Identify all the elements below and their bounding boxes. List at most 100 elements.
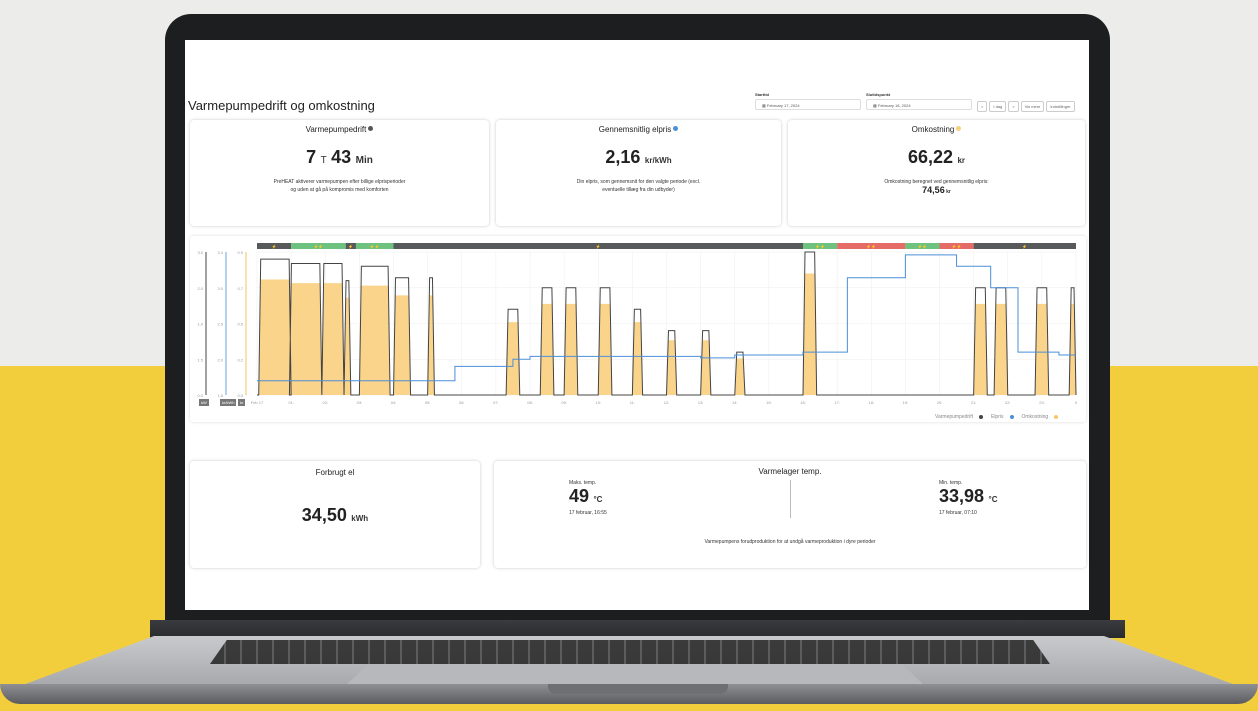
date-nav: < I dag > Vis mere Indstillinger — [977, 101, 1075, 112]
consumption-value: 34,50 — [301, 505, 347, 525]
price-title: Gennemsnitlig elpris — [598, 125, 672, 134]
price-unit: kr/kWh — [644, 156, 672, 165]
axis-tick-label: 0.9 — [237, 250, 243, 255]
settings-button[interactable]: Indstillinger — [1046, 101, 1075, 112]
legend-price: Elpris — [990, 414, 1004, 420]
x-tick-label: 03: — [357, 400, 363, 405]
x-tick-label: 05: — [425, 400, 431, 405]
min-temp-block: Min. temp. 33,98 °C 17 februar, 07:10 — [939, 480, 997, 516]
x-tick-label: 09: — [561, 400, 567, 405]
axis-tick-label: 1.0 — [197, 322, 203, 327]
max-temp-block: Maks. temp. 49 °C 17 februar, 16:55 — [569, 480, 607, 516]
legend-cost-dot — [1054, 415, 1059, 419]
legend-operation: Varmepumpedrift — [935, 414, 973, 420]
operation-minutes: 43 — [331, 147, 352, 167]
x-tick-label: 20: — [937, 400, 943, 405]
cost-dot — [956, 126, 962, 131]
x-tick-label: 06: — [459, 400, 465, 405]
x-tick-label: 14: — [732, 400, 738, 405]
start-date-field[interactable]: ▦ February 17, 2024 — [755, 99, 861, 110]
operation-card: Varmepumpedrift 7 T 43 Min PreHEAT aktiv… — [190, 120, 489, 226]
x-tick-label: 04: — [391, 400, 397, 405]
consumption-title: Forbrugt el — [315, 468, 355, 477]
screen: Varmepumpedrift og omkostning Starttid ▦… — [185, 40, 1089, 610]
x-tick-label: 17: — [834, 400, 840, 405]
status-icon: ⚡ — [596, 244, 601, 249]
storage-title: Varmelager temp. — [758, 467, 822, 476]
status-icon: ⚡⚡ — [370, 244, 380, 249]
x-tick-label: 19: — [903, 400, 909, 405]
x-tick-label: 18: — [868, 400, 874, 405]
trackpad — [345, 664, 925, 686]
axis-tick-label: 3.4 — [217, 250, 223, 255]
x-tick-label: 02: — [322, 400, 328, 405]
consumption-unit: kWh — [351, 514, 369, 523]
axis-tick-label: 2.0 — [217, 357, 223, 362]
status-icon: ⚡ — [348, 244, 353, 249]
axis-tick-label: 2.0 — [197, 286, 203, 291]
operation-hours-unit: T — [320, 155, 327, 166]
axis-tick-label: 0.5 — [237, 322, 243, 327]
axis-tag-cost: kr — [238, 399, 246, 406]
min-temp-time: 17 februar, 07:10 — [939, 510, 977, 516]
laptop-hinge — [150, 620, 1125, 638]
x-tick-label: Feb 17 — [251, 400, 264, 405]
end-date-value: February 18, 2024 — [877, 103, 911, 108]
start-date-label: Starttid — [755, 92, 769, 97]
temp-divider — [790, 480, 791, 518]
end-date-field[interactable]: ▦ February 18, 2024 — [866, 99, 972, 110]
cost-avg-value: 74,56 — [922, 185, 945, 195]
status-icon: ⚡ — [272, 244, 277, 249]
cost-avg-unit: kr — [946, 189, 951, 195]
axis-tick-label: 2.5 — [217, 322, 223, 327]
cost-value: 66,22 — [907, 147, 954, 167]
axis-tick-label: 1.5 — [197, 357, 203, 362]
chart-legend: Varmepumpedrift Elpris Omkostning — [935, 414, 1062, 420]
legend-cost: Omkostning — [1021, 414, 1049, 420]
axis-tag-kw: kW — [199, 399, 209, 406]
max-temp-time: 17 februar, 16:55 — [569, 510, 607, 516]
axis-tick-label: 0.0 — [197, 393, 203, 398]
x-tick-label: 22: — [1005, 400, 1011, 405]
price-dot — [673, 126, 679, 131]
prev-button[interactable]: < — [977, 101, 988, 112]
start-date-group: Starttid ▦ February 17, 2024 — [755, 92, 861, 110]
x-tick-label: 16: — [800, 400, 806, 405]
consumption-card: Forbrugt el 34,50 kWh — [190, 461, 480, 568]
today-button[interactable]: I dag — [989, 101, 1007, 112]
axis-tag-price: kr/kWh — [220, 399, 237, 406]
price-value: 2,16 — [605, 147, 641, 167]
x-tick-label: 12: — [664, 400, 670, 405]
x-tick-label: 07: — [493, 400, 499, 405]
next-button[interactable]: > — [1008, 101, 1019, 112]
operation-minutes-unit: Min — [355, 155, 373, 166]
status-icon: ⚡⚡ — [866, 244, 876, 249]
page-title: Varmepumpedrift og omkostning — [188, 98, 375, 113]
x-tick-label: 15: — [766, 400, 772, 405]
chart: ⚡ ⚡⚡ ⚡ ⚡⚡ ⚡ ⚡⚡ ⚡⚡ ⚡⚡ ⚡⚡ ⚡3.02.01.01.50.03.43.02.5… — [197, 243, 1078, 405]
x-tick-label: 01: — [288, 400, 294, 405]
laptop-notch — [548, 684, 728, 694]
end-date-group: Slutidspunkt ▦ February 18, 2024 — [866, 92, 972, 110]
x-tick-label: 23: — [1039, 400, 1045, 405]
status-icon: ⚡⚡ — [952, 244, 962, 249]
x-tick-label: 08: — [527, 400, 533, 405]
operation-desc-2: og uden at gå på kompromis med komforten — [290, 187, 389, 193]
min-temp-unit: °C — [988, 495, 998, 504]
axis-tick-label: 0.2 — [237, 357, 243, 362]
cost-unit: kr — [957, 156, 966, 165]
x-tick-label: 21: — [971, 400, 977, 405]
axis-tick-label: 1.6 — [217, 393, 223, 398]
price-desc-1: Din elpris, som gennemsnit for den valgt… — [576, 179, 701, 185]
operation-dot — [368, 126, 374, 131]
storage-card: Varmelager temp. Maks. temp. 49 °C 17 fe… — [494, 461, 1086, 568]
cost-title: Omkostning — [911, 125, 955, 134]
legend-operation-dot — [978, 415, 983, 419]
operation-title: Varmepumpedrift — [305, 125, 367, 134]
status-icon: ⚡⚡ — [917, 244, 927, 249]
max-temp-unit: °C — [593, 495, 603, 504]
x-tick-label: 11: — [630, 400, 635, 405]
axis-tick-label: 0.0 — [237, 393, 243, 398]
storage-footer: Varmepumpens forudproduktion for at undg… — [704, 539, 876, 545]
more-button[interactable]: Vis mere — [1020, 101, 1045, 112]
